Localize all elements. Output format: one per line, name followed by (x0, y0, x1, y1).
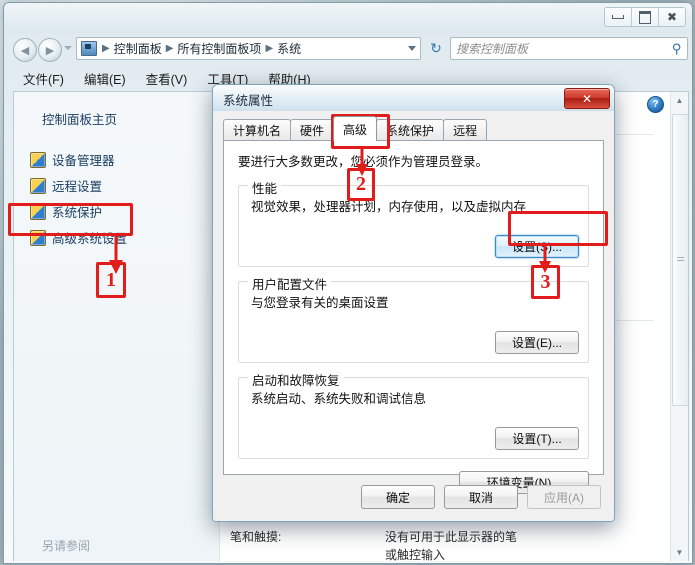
dialog-title-bar: 系统属性 ✕ (213, 85, 614, 111)
startup-recovery-group-title: 启动和故障恢复 (248, 370, 344, 389)
scroll-up-icon[interactable]: ▲ (671, 92, 688, 109)
sidebar-item-remote-settings[interactable]: 远程设置 (30, 176, 102, 195)
annotation-number-3: 3 (531, 265, 560, 299)
menu-edit[interactable]: 编辑(E) (74, 67, 136, 90)
apply-button: 应用(A) (527, 485, 601, 509)
breadcrumb-sep: ▶ (265, 43, 274, 54)
pen-touch-label: 笔和触摸: (230, 530, 282, 544)
startup-recovery-settings-button[interactable]: 设置(T)... (495, 427, 579, 450)
dialog-title: 系统属性 (223, 94, 274, 108)
dialog-body: 计算机名 硬件 高级 系统保护 远程 要进行大多数更改，您必须作为管理员登录。 … (213, 111, 614, 521)
help-icon[interactable]: ? (647, 96, 664, 113)
refresh-icon[interactable]: ↻ (427, 39, 445, 57)
shield-icon (30, 177, 46, 194)
performance-settings-button[interactable]: 设置(S)... (495, 235, 579, 258)
annotation-number-2: 2 (347, 168, 375, 201)
startup-recovery-group-description: 系统启动、系统失败和调试信息 (251, 392, 427, 406)
dialog-tabstrip: 计算机名 硬件 高级 系统保护 远程 (223, 116, 604, 141)
vertical-scrollbar[interactable]: ▲ ▼ (670, 92, 688, 561)
performance-group: 性能 视觉效果，处理器计划，内存使用，以及虚拟内存 设置(S)... (238, 178, 589, 267)
close-button[interactable]: ✖ (659, 8, 685, 26)
breadcrumb-sep: ▶ (102, 43, 110, 54)
sidebar-item-advanced-system-settings[interactable]: 高级系统设置 (30, 228, 127, 247)
user-profiles-group-title: 用户配置文件 (248, 274, 332, 293)
desktop-background: ✖ ◀ ▶ ▶ 控制面板 ▶ 所有控制面板项 ▶ 系统 ↻ 搜索控制面板 ⚲ 文… (0, 0, 695, 565)
tab-remote[interactable]: 远程 (443, 119, 488, 141)
window-controls: ✖ (604, 7, 686, 27)
address-dropdown-icon[interactable] (408, 46, 416, 51)
advanced-tab-page: 要进行大多数更改，您必须作为管理员登录。 性能 视觉效果，处理器计划，内存使用，… (223, 140, 604, 494)
cancel-button[interactable]: 取消 (444, 485, 518, 509)
window-glass-header (4, 3, 692, 33)
address-bar-row: ◀ ▶ ▶ 控制面板 ▶ 所有控制面板项 ▶ 系统 ↻ 搜索控制面板 ⚲ (4, 35, 692, 63)
address-bar[interactable]: ▶ 控制面板 ▶ 所有控制面板项 ▶ 系统 (76, 37, 421, 60)
pen-touch-value-line2: 或触控输入 (385, 548, 446, 561)
sidebar-item-label: 设备管理器 (52, 154, 115, 168)
breadcrumb-all-items[interactable]: 所有控制面板项 (175, 40, 263, 57)
shield-icon (30, 203, 46, 220)
recent-locations-icon[interactable] (64, 46, 72, 50)
dialog-footer: 确定 取消 应用(A) (213, 485, 614, 511)
scrollbar-thumb[interactable] (672, 114, 688, 406)
forward-button[interactable]: ▶ (38, 38, 62, 62)
sidebar-item-device-manager[interactable]: 设备管理器 (30, 150, 115, 169)
menu-view[interactable]: 查看(V) (136, 67, 198, 90)
sidebar-item-label: 系统保护 (52, 206, 103, 220)
maximize-button[interactable] (632, 8, 659, 26)
annotation-number-1: 1 (96, 262, 126, 298)
pen-touch-value-line1: 没有可用于此显示器的笔 (385, 530, 518, 544)
sidebar-item-label: 远程设置 (52, 180, 103, 194)
tab-hardware[interactable]: 硬件 (290, 119, 335, 141)
system-properties-dialog: 系统属性 ✕ 计算机名 硬件 高级 系统保护 远程 要进行大多数更改，您必须作为… (212, 84, 615, 522)
performance-group-title: 性能 (248, 178, 282, 197)
search-input[interactable]: 搜索控制面板 ⚲ (450, 37, 688, 60)
breadcrumb-sep: ▶ (165, 43, 174, 54)
user-profiles-group-description: 与您登录有关的桌面设置 (251, 296, 389, 310)
user-profiles-settings-button[interactable]: 设置(E)... (495, 331, 579, 354)
search-icon: ⚲ (672, 40, 682, 56)
ok-button[interactable]: 确定 (361, 485, 435, 509)
shield-icon (30, 229, 46, 246)
scroll-down-icon[interactable]: ▼ (671, 544, 688, 561)
back-button[interactable]: ◀ (13, 38, 37, 62)
startup-recovery-group: 启动和故障恢复 系统启动、系统失败和调试信息 设置(T)... (238, 370, 589, 459)
tab-advanced[interactable]: 高级 (333, 116, 378, 141)
menu-file[interactable]: 文件(F) (13, 67, 74, 90)
dialog-close-button[interactable]: ✕ (564, 88, 610, 109)
shield-icon (30, 151, 46, 168)
breadcrumb-control-panel[interactable]: 控制面板 (112, 40, 164, 57)
breadcrumb-system[interactable]: 系统 (275, 40, 303, 57)
sidebar-item-control-panel-home[interactable]: 控制面板主页 (42, 109, 117, 128)
tab-system-protection[interactable]: 系统保护 (376, 119, 445, 141)
tab-computer-name[interactable]: 计算机名 (223, 119, 292, 141)
search-placeholder: 搜索控制面板 (456, 42, 529, 56)
control-panel-icon (81, 41, 97, 56)
see-also-heading: 另请参阅 (42, 539, 91, 553)
sidebar-item-system-protection[interactable]: 系统保护 (30, 202, 102, 221)
minimize-button[interactable] (605, 8, 632, 26)
sidebar: 控制面板主页 设备管理器 远程设置 系统保护 高级系统设置 另请参阅 (14, 92, 220, 561)
sidebar-item-action-center[interactable]: 操作中心 (42, 560, 92, 561)
sidebar-item-label: 高级系统设置 (52, 232, 128, 246)
performance-group-description: 视觉效果，处理器计划，内存使用，以及虚拟内存 (251, 200, 527, 214)
